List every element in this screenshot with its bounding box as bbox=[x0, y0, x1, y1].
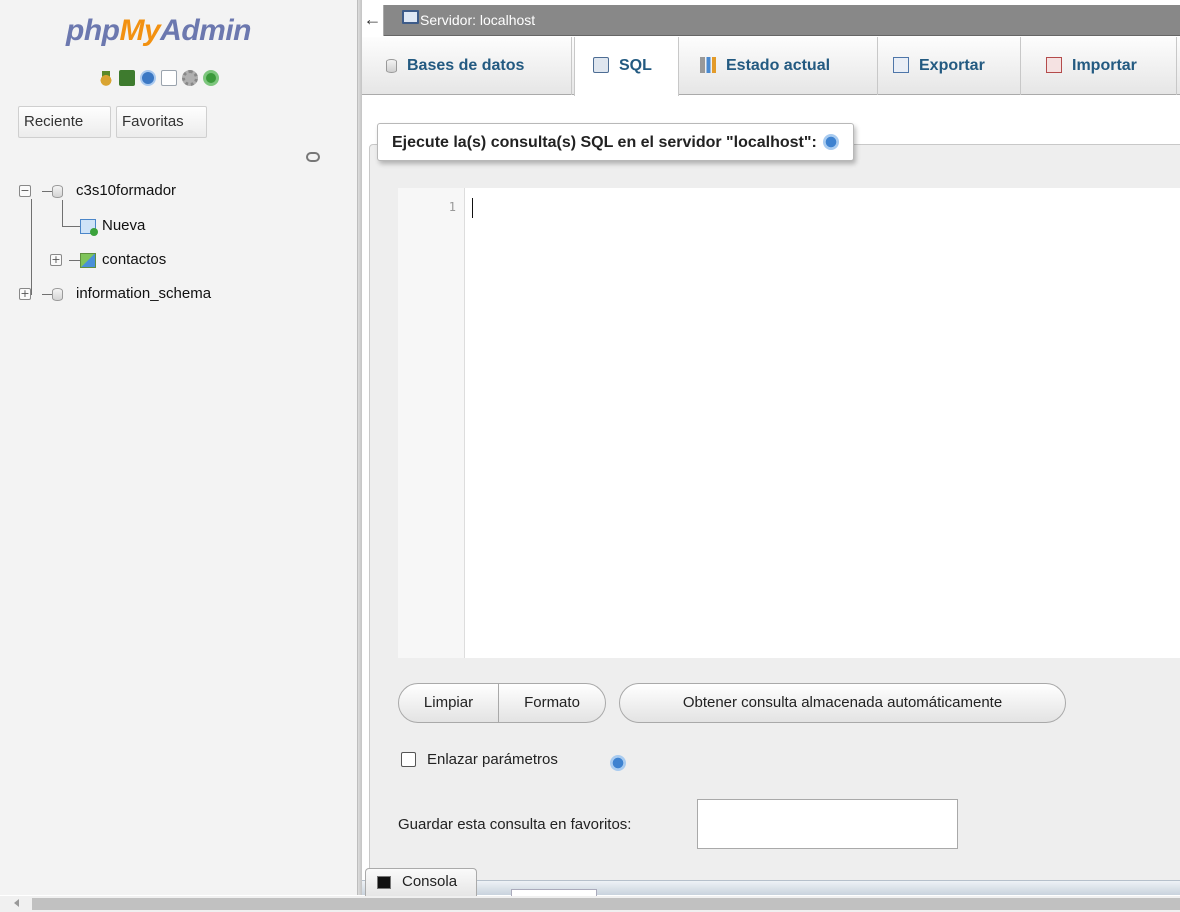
server-breadcrumb-bar: ← Servidor: localhost bbox=[362, 5, 1180, 36]
help-icon[interactable] bbox=[140, 70, 156, 86]
tab-sql[interactable]: SQL bbox=[574, 37, 679, 96]
console-toggle-button[interactable]: Consola bbox=[365, 868, 477, 896]
reload-icon[interactable] bbox=[203, 70, 219, 86]
tree-database-label[interactable]: c3s10formador bbox=[76, 182, 176, 200]
tree-connector bbox=[62, 226, 80, 227]
home-icon[interactable] bbox=[98, 70, 114, 86]
link-panels-icon[interactable] bbox=[306, 152, 320, 162]
import-icon bbox=[1046, 57, 1062, 73]
database-icon bbox=[52, 288, 63, 301]
navigation-icons bbox=[98, 70, 219, 86]
editor-gutter: 1 bbox=[398, 188, 465, 658]
tree-table-label[interactable]: contactos bbox=[102, 251, 166, 269]
console-label: Consola bbox=[402, 873, 458, 890]
database-icon bbox=[52, 185, 63, 198]
sql-query-page: Ejecute la(s) consulta(s) SQL en el serv… bbox=[362, 96, 1180, 884]
scrollbar-thumb[interactable] bbox=[32, 898, 1180, 910]
logo-my: My bbox=[119, 14, 161, 47]
console-icon bbox=[377, 876, 391, 889]
logo-admin: Admin bbox=[160, 14, 251, 47]
favorite-name-input[interactable] bbox=[697, 799, 958, 849]
horizontal-scrollbar[interactable] bbox=[0, 896, 1180, 912]
bind-parameters-label[interactable]: Enlazar parámetros bbox=[427, 751, 558, 768]
documentation-icon[interactable] bbox=[161, 70, 177, 86]
expand-icon[interactable]: + bbox=[50, 254, 62, 266]
tab-label: Estado actual bbox=[726, 57, 831, 74]
tab-label: SQL bbox=[619, 57, 652, 74]
legend-text: Ejecute la(s) consulta(s) SQL en el serv… bbox=[392, 134, 817, 151]
tree-connector bbox=[62, 200, 63, 226]
save-favorite-label: Guardar esta consulta en favoritos: bbox=[398, 816, 632, 833]
tab-import[interactable]: Importar bbox=[1022, 37, 1177, 95]
main-tabs: Bases de datos SQL Estado actual Exporta… bbox=[362, 37, 1180, 96]
expand-icon[interactable]: + bbox=[19, 288, 31, 300]
tree-connector bbox=[31, 199, 32, 295]
tab-databases[interactable]: Bases de datos bbox=[362, 37, 572, 95]
console-bar bbox=[362, 880, 1180, 895]
server-icon bbox=[402, 10, 419, 24]
tree-connector bbox=[42, 191, 52, 192]
help-icon[interactable] bbox=[822, 134, 839, 150]
tree-connector bbox=[42, 294, 52, 295]
text-cursor bbox=[472, 198, 473, 218]
tab-label: Importar bbox=[1072, 57, 1137, 74]
logo-php: php bbox=[66, 14, 120, 47]
status-chart-icon bbox=[700, 57, 716, 73]
sql-query-legend: Ejecute la(s) consulta(s) SQL en el serv… bbox=[377, 123, 854, 161]
server-breadcrumb[interactable]: Servidor: localhost bbox=[420, 12, 535, 28]
table-icon[interactable] bbox=[80, 253, 96, 268]
settings-icon[interactable] bbox=[182, 70, 198, 86]
tree-new-label[interactable]: Nueva bbox=[102, 217, 145, 235]
get-autosaved-query-button[interactable]: Obtener consulta almacenada automáticame… bbox=[619, 683, 1066, 723]
clear-button[interactable]: Limpiar bbox=[398, 683, 499, 723]
new-table-icon[interactable] bbox=[80, 219, 98, 236]
phpmyadmin-logo[interactable]: phpMyAdmin bbox=[66, 14, 251, 48]
sql-icon bbox=[593, 57, 609, 73]
help-icon[interactable] bbox=[610, 755, 626, 771]
sql-editor[interactable]: 1 bbox=[398, 188, 1180, 658]
collapse-navigation-arrow-icon[interactable]: ← bbox=[362, 5, 384, 36]
collapse-icon[interactable]: − bbox=[19, 185, 31, 197]
database-icon bbox=[386, 59, 397, 73]
tab-export[interactable]: Exportar bbox=[879, 37, 1021, 95]
tab-status[interactable]: Estado actual bbox=[680, 37, 878, 95]
bind-parameters-checkbox[interactable] bbox=[401, 752, 416, 767]
line-number: 1 bbox=[448, 200, 456, 214]
tab-label: Bases de datos bbox=[407, 57, 525, 74]
tab-label: Exportar bbox=[919, 57, 985, 74]
favorite-tables-button[interactable]: Favoritas bbox=[116, 106, 207, 138]
exit-icon[interactable] bbox=[119, 70, 135, 86]
export-icon bbox=[893, 57, 909, 73]
tree-database-label[interactable]: information_schema bbox=[76, 285, 211, 303]
recent-tables-button[interactable]: Reciente bbox=[18, 106, 111, 138]
navigation-panel: phpMyAdmin Reciente Favoritas − c3s10for… bbox=[0, 0, 357, 895]
format-button[interactable]: Formato bbox=[498, 683, 606, 723]
scroll-left-arrow-icon[interactable] bbox=[14, 899, 19, 907]
